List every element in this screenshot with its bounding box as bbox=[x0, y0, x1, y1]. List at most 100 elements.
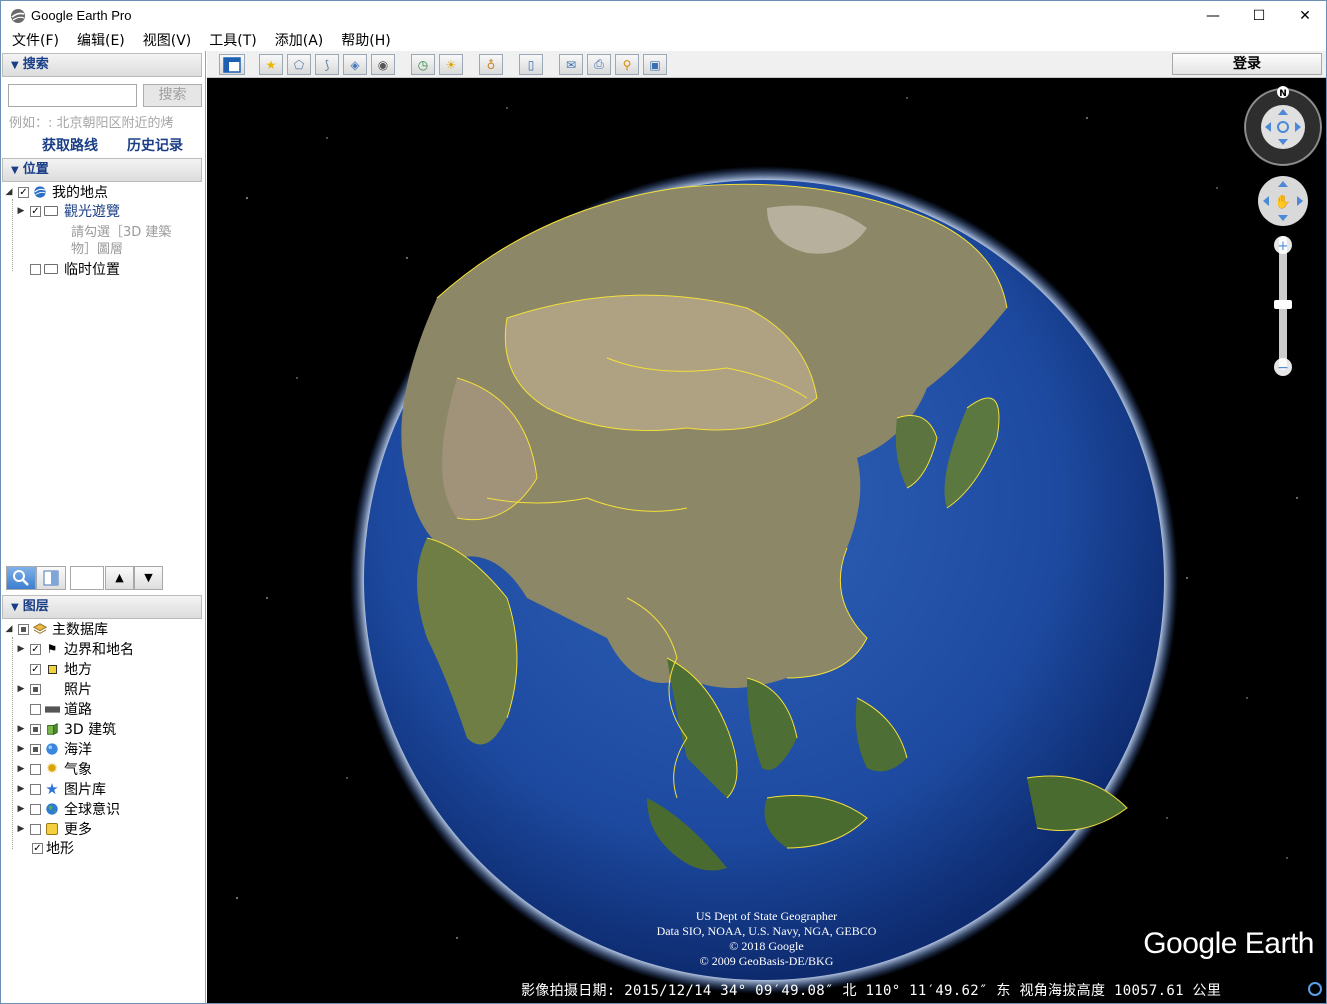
road-icon bbox=[44, 702, 60, 716]
menu-tools[interactable]: 工具(T) bbox=[198, 31, 263, 51]
move-down-button[interactable]: ▼ bbox=[134, 566, 163, 590]
ruler-button[interactable]: ▯ bbox=[519, 54, 543, 75]
temp-places-checkbox[interactable] bbox=[30, 263, 41, 275]
hide-sidebar-button[interactable] bbox=[219, 54, 245, 75]
historical-imagery-button[interactable]: ◷ bbox=[411, 54, 435, 75]
add-polygon-button[interactable]: ⬠ bbox=[287, 54, 311, 75]
layer-row-places[interactable]: ✓ 地方 bbox=[15, 659, 92, 679]
earth-viewport[interactable]: N ✋ + − US Dept of State Geographer Data… bbox=[207, 78, 1326, 1003]
search-places-button[interactable] bbox=[6, 566, 36, 590]
layer-row-3d-buildings[interactable]: ▶ 3D 建筑 bbox=[15, 719, 117, 739]
collapse-arrow-icon[interactable]: ◢ bbox=[3, 624, 15, 634]
expand-arrow-icon[interactable]: ▶ bbox=[15, 764, 27, 774]
tree-item-primary-db[interactable]: ◢ 主数据库 bbox=[3, 619, 108, 639]
globe-icon bbox=[34, 186, 46, 198]
primary-db-label: 主数据库 bbox=[52, 622, 108, 638]
layer-row-global-awareness[interactable]: ▶ 全球意识 bbox=[15, 799, 120, 819]
blank-field[interactable] bbox=[70, 566, 104, 590]
layer-row-roads[interactable]: 道路 bbox=[15, 699, 92, 719]
search-panel-header[interactable]: ▼ 搜索 bbox=[2, 53, 202, 77]
minimize-button[interactable]: — bbox=[1190, 1, 1236, 31]
layer-checkbox[interactable] bbox=[30, 803, 41, 815]
layer-row-gallery[interactable]: ▶ ★ 图片库 bbox=[15, 779, 106, 799]
move-joystick[interactable]: ✋ bbox=[1258, 176, 1308, 226]
zoom-slider[interactable]: + − bbox=[1274, 236, 1292, 376]
expand-arrow-icon[interactable]: ▶ bbox=[15, 206, 27, 216]
expand-arrow-icon[interactable]: ▶ bbox=[15, 684, 27, 694]
layer-checkbox[interactable] bbox=[30, 743, 41, 755]
expand-arrow-icon[interactable]: ▶ bbox=[15, 784, 27, 794]
history-link[interactable]: 历史记录 bbox=[127, 135, 183, 155]
sidebar-toggle-icon bbox=[223, 56, 241, 73]
navigation-controls[interactable]: N ✋ + − bbox=[1244, 86, 1322, 376]
menu-view[interactable]: 视图(V) bbox=[132, 31, 199, 51]
record-tour-button[interactable]: ◉ bbox=[371, 54, 395, 75]
layer-checkbox[interactable] bbox=[30, 823, 41, 835]
layer-checkbox[interactable] bbox=[30, 763, 41, 775]
tree-item-sightseeing[interactable]: ▶ ✓ 觀光遊覽 bbox=[15, 201, 120, 221]
expand-arrow-icon[interactable]: ▶ bbox=[15, 724, 27, 734]
folder-icon bbox=[44, 206, 58, 216]
expand-arrow-icon[interactable]: ▶ bbox=[15, 824, 27, 834]
sightseeing-checkbox[interactable]: ✓ bbox=[30, 205, 41, 217]
layer-row-weather[interactable]: ▶ ✹ 气象 bbox=[15, 759, 92, 779]
layer-checkbox[interactable] bbox=[30, 683, 41, 695]
layer-label: 气象 bbox=[64, 762, 92, 778]
expand-arrow-icon[interactable]: ▶ bbox=[15, 804, 27, 814]
globe-view[interactable]: N ✋ + − bbox=[207, 78, 1326, 1003]
building-icon bbox=[47, 723, 58, 735]
layer-checkbox[interactable]: ✓ bbox=[30, 643, 41, 655]
window-title: Google Earth Pro bbox=[31, 8, 132, 23]
save-image-button[interactable]: ▣ bbox=[643, 54, 667, 75]
view-in-maps-button[interactable]: ⚲ bbox=[615, 54, 639, 75]
search-input[interactable] bbox=[8, 84, 137, 107]
layer-row-borders[interactable]: ▶ ✓ ⚑ 边界和地名 bbox=[15, 639, 134, 659]
move-up-button[interactable]: ▲ bbox=[105, 566, 134, 590]
add-image-overlay-button[interactable]: ◈ bbox=[343, 54, 367, 75]
sun-icon: ✹ bbox=[46, 761, 58, 777]
get-directions-link[interactable]: 获取路线 bbox=[42, 135, 98, 155]
compass-north-label: N bbox=[1279, 89, 1287, 99]
expand-arrow-icon[interactable]: ▶ bbox=[15, 744, 27, 754]
layer-checkbox[interactable] bbox=[30, 703, 41, 715]
image-overlay-icon: ◈ bbox=[350, 57, 360, 72]
down-arrow-icon: ▼ bbox=[144, 571, 153, 584]
layer-row-photos[interactable]: ▶ 照片 bbox=[15, 679, 92, 699]
my-places-checkbox[interactable]: ✓ bbox=[18, 186, 29, 198]
layer-row-more[interactable]: ▶ 更多 bbox=[15, 819, 92, 839]
tree-item-terrain[interactable]: ✓ 地形 bbox=[3, 838, 74, 858]
maximize-button[interactable]: ☐ bbox=[1236, 1, 1282, 31]
layers-panel-header[interactable]: ▼ 图层 bbox=[2, 595, 202, 619]
collapse-arrow-icon[interactable]: ◢ bbox=[3, 187, 15, 197]
add-path-button[interactable]: ⟆ bbox=[315, 54, 339, 75]
zoom-out-icon: − bbox=[1277, 360, 1289, 376]
layer-checkbox[interactable] bbox=[30, 723, 41, 735]
up-arrow-icon: ▲ bbox=[115, 571, 124, 584]
print-button[interactable]: ⎙ bbox=[587, 54, 611, 75]
layer-checkbox[interactable]: ✓ bbox=[30, 663, 41, 675]
menu-file[interactable]: 文件(F) bbox=[1, 31, 66, 51]
menu-help[interactable]: 帮助(H) bbox=[330, 31, 397, 51]
layer-checkbox[interactable] bbox=[30, 783, 41, 795]
add-placemark-button[interactable]: ★ bbox=[259, 54, 283, 75]
menu-add[interactable]: 添加(A) bbox=[264, 31, 331, 51]
primary-db-checkbox[interactable] bbox=[18, 623, 29, 635]
login-button[interactable]: 登录 bbox=[1172, 53, 1322, 75]
photo-icon bbox=[44, 682, 60, 696]
search-button[interactable]: 搜索 bbox=[143, 84, 202, 107]
panel-toggle-button[interactable] bbox=[36, 566, 66, 590]
email-button[interactable]: ✉ bbox=[559, 54, 583, 75]
look-compass[interactable]: N bbox=[1244, 86, 1322, 166]
places-panel-header[interactable]: ▼ 位置 bbox=[2, 158, 202, 182]
tree-item-my-places[interactable]: ◢ ✓ 我的地点 bbox=[3, 182, 108, 202]
my-places-label: 我的地点 bbox=[52, 185, 108, 201]
folder-icon bbox=[44, 264, 58, 274]
switch-planet-button[interactable]: ♁ bbox=[479, 54, 503, 75]
expand-arrow-icon[interactable]: ▶ bbox=[15, 644, 27, 654]
terrain-checkbox[interactable]: ✓ bbox=[32, 842, 43, 854]
sunlight-button[interactable]: ☀ bbox=[439, 54, 463, 75]
close-button[interactable]: ✕ bbox=[1282, 1, 1327, 31]
layer-row-ocean[interactable]: ▶ 海洋 bbox=[15, 739, 92, 759]
menu-edit[interactable]: 编辑(E) bbox=[66, 31, 132, 51]
tree-item-temp-places[interactable]: 临时位置 bbox=[15, 259, 120, 279]
